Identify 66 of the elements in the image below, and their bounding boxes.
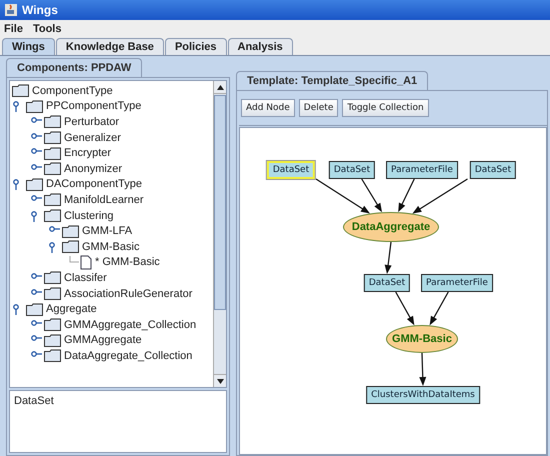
folder-icon <box>44 349 61 362</box>
folder-icon <box>26 302 43 316</box>
tree-item[interactable]: Classifer <box>64 272 107 284</box>
menu-item[interactable]: Tools <box>32 22 62 34</box>
folder-icon <box>44 271 61 284</box>
tab[interactable]: Wings <box>2 38 55 55</box>
tree-item[interactable]: ComponentType <box>32 84 113 97</box>
tree-item[interactable]: * GMM-Basic <box>95 256 160 268</box>
process-node[interactable]: DataAggregate <box>343 212 439 242</box>
tree-item[interactable]: Perturbator <box>64 116 120 128</box>
menu-item[interactable]: File <box>4 22 23 34</box>
data-node[interactable]: DataSet <box>470 161 516 179</box>
tab[interactable]: Knowledge Base <box>56 38 164 55</box>
tree-item[interactable]: PPComponentType <box>46 100 142 112</box>
tree-item[interactable]: Aggregate <box>46 303 97 316</box>
panel-tab[interactable]: Template: Template_Specific_A1 <box>236 71 428 90</box>
up-arrow-icon[interactable] <box>216 84 224 90</box>
data-node[interactable]: ParameterFile <box>386 161 458 179</box>
tree-item[interactable]: Clustering <box>64 210 114 222</box>
folder-icon <box>26 100 43 113</box>
panel-tab[interactable]: Components: PPDAW <box>6 58 142 77</box>
folder-icon <box>44 318 61 332</box>
folder-icon <box>44 334 61 347</box>
document-icon <box>80 254 92 270</box>
tree-item[interactable]: Anonymizer <box>64 162 122 175</box>
folder-icon <box>44 209 61 222</box>
data-node[interactable]: DataSet <box>328 161 376 179</box>
scrollbar[interactable] <box>213 81 226 387</box>
data-node[interactable]: DataSet <box>266 161 316 179</box>
tree-item[interactable]: GMM-Basic <box>82 240 140 253</box>
folder-icon <box>26 178 43 191</box>
folder-icon <box>62 240 79 254</box>
folder-icon <box>44 115 61 128</box>
tree-item[interactable]: DataAggregate_Collection <box>64 350 192 362</box>
data-node[interactable]: DataSet <box>364 274 410 292</box>
folder-icon <box>44 193 61 206</box>
tree-item[interactable]: AssociationRuleGenerator <box>64 288 192 300</box>
window-title: Wings <box>22 3 58 17</box>
arrow <box>430 292 449 326</box>
folder-icon <box>62 224 79 238</box>
arrow <box>395 292 414 326</box>
tab[interactable]: Policies <box>164 38 227 55</box>
data-node[interactable]: ClustersWithDataItems <box>366 386 480 404</box>
tree-item[interactable]: Encrypter <box>64 147 112 160</box>
down-arrow-icon[interactable] <box>216 378 224 384</box>
folder-icon <box>44 131 61 144</box>
tree-item[interactable]: GMM-LFA <box>82 225 132 238</box>
folder-icon <box>44 287 61 300</box>
scrollbar-thumb[interactable] <box>214 95 226 310</box>
arrow <box>384 242 392 274</box>
data-node[interactable]: ParameterFile <box>421 274 493 292</box>
toolbar-button[interactable]: Toggle Collection <box>342 99 429 117</box>
folder-icon <box>12 84 29 98</box>
folder-icon <box>44 162 61 176</box>
description-text: DataSet <box>9 390 227 453</box>
tree-item[interactable]: ManifoldLearner <box>64 194 144 206</box>
tree-item[interactable]: GMMAggregate_Collection <box>64 318 196 331</box>
folder-icon <box>44 146 61 160</box>
tab[interactable]: Analysis <box>228 38 293 55</box>
tree-item[interactable]: GMMAggregate <box>64 334 142 346</box>
arrow <box>419 352 426 386</box>
tree-item[interactable]: DAComponentType <box>46 178 142 190</box>
toolbar-button[interactable]: Delete <box>298 99 338 117</box>
tree-item[interactable]: Generalizer <box>64 132 121 144</box>
toolbar-button[interactable]: Add Node <box>241 99 295 117</box>
process-node[interactable]: GMM-Basic <box>386 325 458 353</box>
